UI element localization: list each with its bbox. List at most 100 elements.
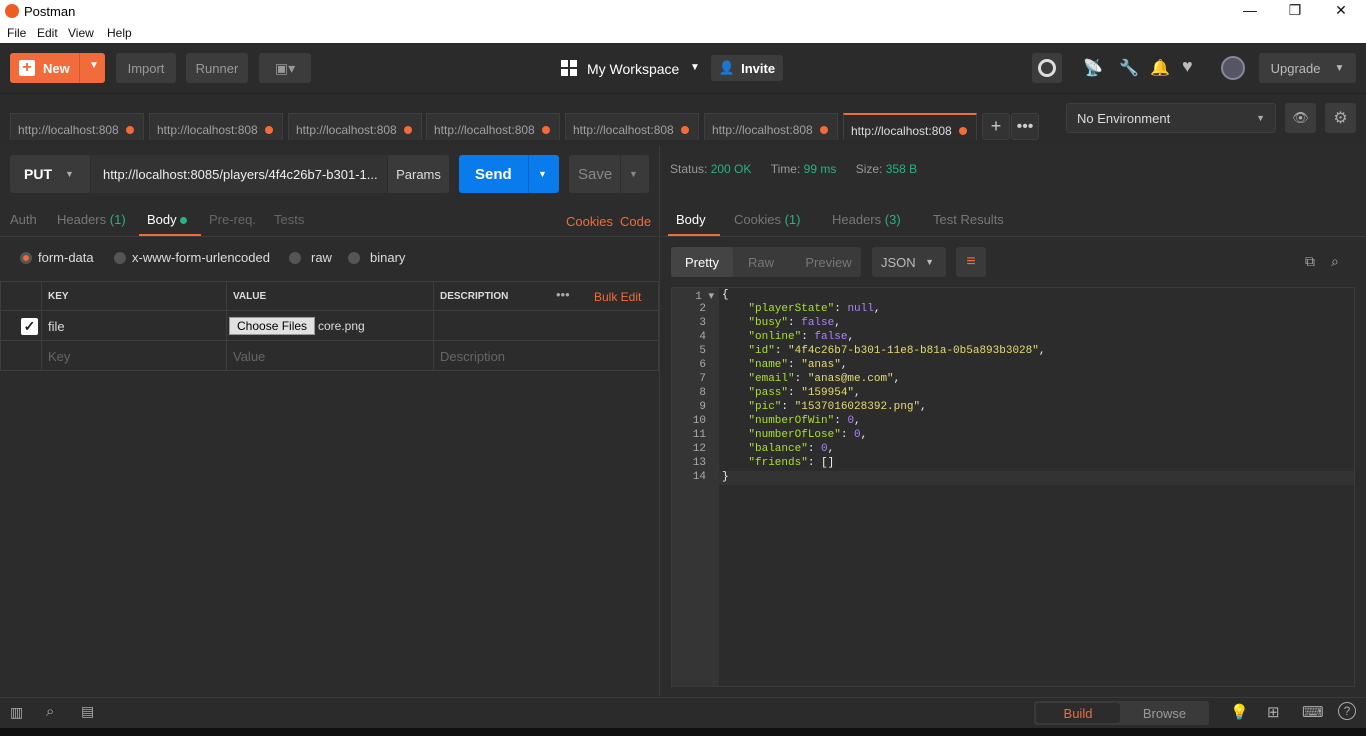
unsaved-dot-icon <box>681 126 689 134</box>
wrap-lines-button[interactable]: ≡ <box>956 247 986 277</box>
tab-options-button[interactable]: ••• <box>1011 113 1039 140</box>
response-body-editor[interactable]: 1 ▾ 2 3 4 5 6 7 8 9 10 11 12 13 14 { "playerState": n… <box>671 287 1355 687</box>
res-tab-headers[interactable]: Headers (3) <box>832 212 901 227</box>
res-tab-cookies[interactable]: Cookies (1) <box>734 212 800 227</box>
wrench-icon[interactable]: 🔧 <box>1119 58 1139 78</box>
key-field[interactable]: file <box>42 311 227 341</box>
heart-icon[interactable]: ♥ <box>1182 56 1193 77</box>
menu-file[interactable]: File <box>7 26 26 40</box>
radio-raw[interactable]: raw <box>289 250 332 265</box>
unsaved-dot-icon <box>265 126 273 134</box>
lightbulb-icon[interactable]: 💡 <box>1230 703 1249 721</box>
pretty-button[interactable]: Pretty <box>671 247 733 277</box>
add-tab-button[interactable]: + <box>982 113 1010 140</box>
keyboard-icon[interactable]: ⌨ <box>1302 703 1324 721</box>
minimize-icon[interactable]: — <box>1240 2 1260 18</box>
column-header-value: VALUE <box>227 281 434 311</box>
res-tab-body[interactable]: Body <box>676 212 706 227</box>
preview-button[interactable]: Preview <box>796 247 861 277</box>
menu-edit[interactable]: Edit <box>37 26 58 40</box>
line-number: 11 <box>692 429 706 441</box>
runner-button[interactable]: Runner <box>186 53 248 83</box>
code-line: { <box>722 289 729 301</box>
save-button[interactable]: Save ▼ <box>569 155 649 193</box>
request-pane: PUT ▼ http://localhost:8085/players/4f4c… <box>0 146 659 696</box>
request-tab[interactable]: http://localhost:808 <box>288 113 422 140</box>
view-mode-group: Pretty Raw Preview <box>671 247 861 277</box>
workspace-dropdown-icon[interactable]: ▼ <box>690 62 700 73</box>
avatar[interactable] <box>1221 56 1245 80</box>
format-select[interactable]: JSON ▼ <box>872 247 946 277</box>
menu-help[interactable]: Help <box>107 26 132 40</box>
send-button[interactable]: Send ▼ <box>459 155 559 193</box>
restore-icon[interactable]: ❐ <box>1285 2 1305 19</box>
bulk-edit-link[interactable]: Bulk Edit <box>594 290 641 304</box>
sync-button[interactable] <box>1032 53 1062 83</box>
code-link[interactable]: Code <box>620 214 651 229</box>
save-dropdown-icon[interactable]: ▼ <box>629 169 638 179</box>
request-tab[interactable]: http://localhost:808 <box>10 113 144 140</box>
checkbox-checked-icon[interactable]: ✓ <box>21 318 38 335</box>
copy-icon[interactable]: ⧉ <box>1305 253 1315 270</box>
tab-prerequest[interactable]: Pre-req. <box>209 212 256 227</box>
value-input[interactable]: Value <box>227 341 434 371</box>
sidebar-toggle-icon[interactable]: ▥ <box>10 704 23 721</box>
code-line: "friends": [] <box>748 457 835 469</box>
menu-view[interactable]: View <box>68 26 94 40</box>
method-select[interactable]: PUT ▼ <box>10 155 90 193</box>
url-input[interactable]: http://localhost:8085/players/4f4c26b7-b… <box>91 155 387 193</box>
manage-environments-button[interactable]: ⚙ <box>1325 103 1356 133</box>
radio-form-data[interactable]: form-data <box>20 250 94 265</box>
new-dropdown-icon[interactable]: ▼ <box>89 60 99 71</box>
radio-binary[interactable]: binary <box>348 250 405 265</box>
search-icon[interactable]: ⌕ <box>1331 253 1339 270</box>
menu-bar: File Edit View Help <box>0 23 1366 43</box>
choose-files-button[interactable]: Choose Files <box>229 317 316 335</box>
window-title: Postman <box>24 4 76 19</box>
code-line: "pass": "159954", <box>748 387 861 399</box>
line-gutter: 1 ▾ 2 3 4 5 6 7 8 9 10 11 12 13 14 <box>672 288 719 686</box>
more-icon[interactable]: ••• <box>556 287 570 302</box>
tab-body[interactable]: Body <box>147 212 188 227</box>
raw-button[interactable]: Raw <box>736 247 786 277</box>
description-input[interactable]: Description <box>434 341 659 371</box>
params-button[interactable]: Params <box>388 155 449 193</box>
upgrade-button[interactable]: Upgrade ▼ <box>1259 53 1356 83</box>
environment-select[interactable]: No Environment ▼ <box>1066 103 1276 133</box>
description-field[interactable] <box>434 311 659 341</box>
new-window-button[interactable]: ▣▾ <box>259 53 311 83</box>
tab-auth[interactable]: Auth <box>10 212 37 227</box>
column-header-description-cell: DESCRIPTION ••• Bulk Edit <box>434 281 659 311</box>
code-line: "balance": 0, <box>748 443 835 455</box>
radio-urlencoded[interactable]: x-www-form-urlencoded <box>114 250 270 265</box>
bell-icon[interactable]: 🔔 <box>1150 58 1170 78</box>
request-tab[interactable]: http://localhost:808 <box>426 113 560 140</box>
search-icon[interactable]: ⌕ <box>46 703 54 720</box>
request-tab[interactable]: http://localhost:808 <box>565 113 699 140</box>
request-tab-active[interactable]: http://localhost:808 <box>843 113 977 140</box>
mode-toggle: Build Browse <box>1034 701 1209 725</box>
cookies-link[interactable]: Cookies <box>566 214 613 229</box>
request-tab[interactable]: http://localhost:808 <box>704 113 838 140</box>
res-tab-test-results[interactable]: Test Results <box>933 212 1004 227</box>
browse-button[interactable]: Browse <box>1122 703 1207 723</box>
key-input[interactable]: Key <box>42 341 227 371</box>
import-button[interactable]: Import <box>116 53 176 83</box>
close-icon[interactable]: ✕ <box>1331 2 1351 19</box>
column-header-key: KEY <box>42 281 227 311</box>
unsaved-dot-icon <box>820 126 828 134</box>
help-icon[interactable]: ? <box>1338 702 1356 720</box>
console-icon[interactable]: ▤ <box>81 703 94 720</box>
invite-button[interactable]: 👤 Invite <box>711 55 783 81</box>
tab-headers[interactable]: Headers (1) <box>57 212 126 227</box>
new-button[interactable]: + New ▼ <box>10 53 105 83</box>
title-bar: Postman — ❐ ✕ <box>0 0 1366 23</box>
workspace-selector[interactable]: My Workspace <box>587 61 679 77</box>
send-dropdown-icon[interactable]: ▼ <box>538 169 547 179</box>
build-button[interactable]: Build <box>1036 703 1120 723</box>
tab-tests[interactable]: Tests <box>274 212 304 227</box>
satellite-icon[interactable]: 📡 <box>1083 58 1103 78</box>
layout-icon[interactable]: ⊞ <box>1267 703 1280 721</box>
request-tab[interactable]: http://localhost:808 <box>149 113 283 140</box>
environment-quick-look-button[interactable]: 👁 <box>1285 103 1316 133</box>
